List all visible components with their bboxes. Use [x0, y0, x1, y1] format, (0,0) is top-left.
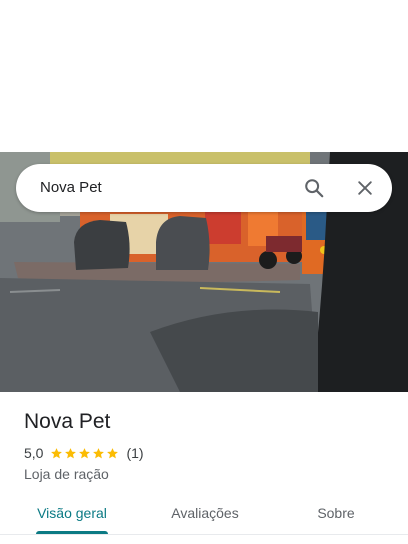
place-title: Nova Pet [24, 410, 111, 433]
star-icon [51, 447, 63, 458]
place-details-screen: Nova Pet Nova Pet 5,0 (1) Loja de ração [0, 0, 408, 544]
search-icon [305, 179, 324, 198]
search-bar[interactable]: Nova Pet [16, 164, 392, 212]
star-rating [50, 447, 120, 460]
star-icon [79, 447, 91, 458]
star-icon [65, 447, 77, 458]
tabs-divider [0, 534, 408, 535]
search-input[interactable]: Nova Pet [40, 164, 280, 212]
star-icon [93, 447, 105, 458]
rating-value: 5,0 [24, 445, 44, 461]
tab-bar: Visão geral Avaliações Sobre [0, 494, 408, 536]
close-button[interactable] [353, 176, 377, 200]
star-icon [107, 447, 119, 458]
search-button[interactable] [302, 176, 326, 200]
rating-row[interactable]: 5,0 (1) [24, 444, 144, 462]
review-count[interactable]: (1) [126, 445, 143, 461]
tab-reviews[interactable]: Avaliações [160, 494, 250, 534]
tab-about[interactable]: Sobre [306, 494, 366, 534]
place-category: Loja de ração [24, 466, 109, 482]
close-icon [358, 181, 372, 195]
tab-overview[interactable]: Visão geral [30, 494, 114, 534]
